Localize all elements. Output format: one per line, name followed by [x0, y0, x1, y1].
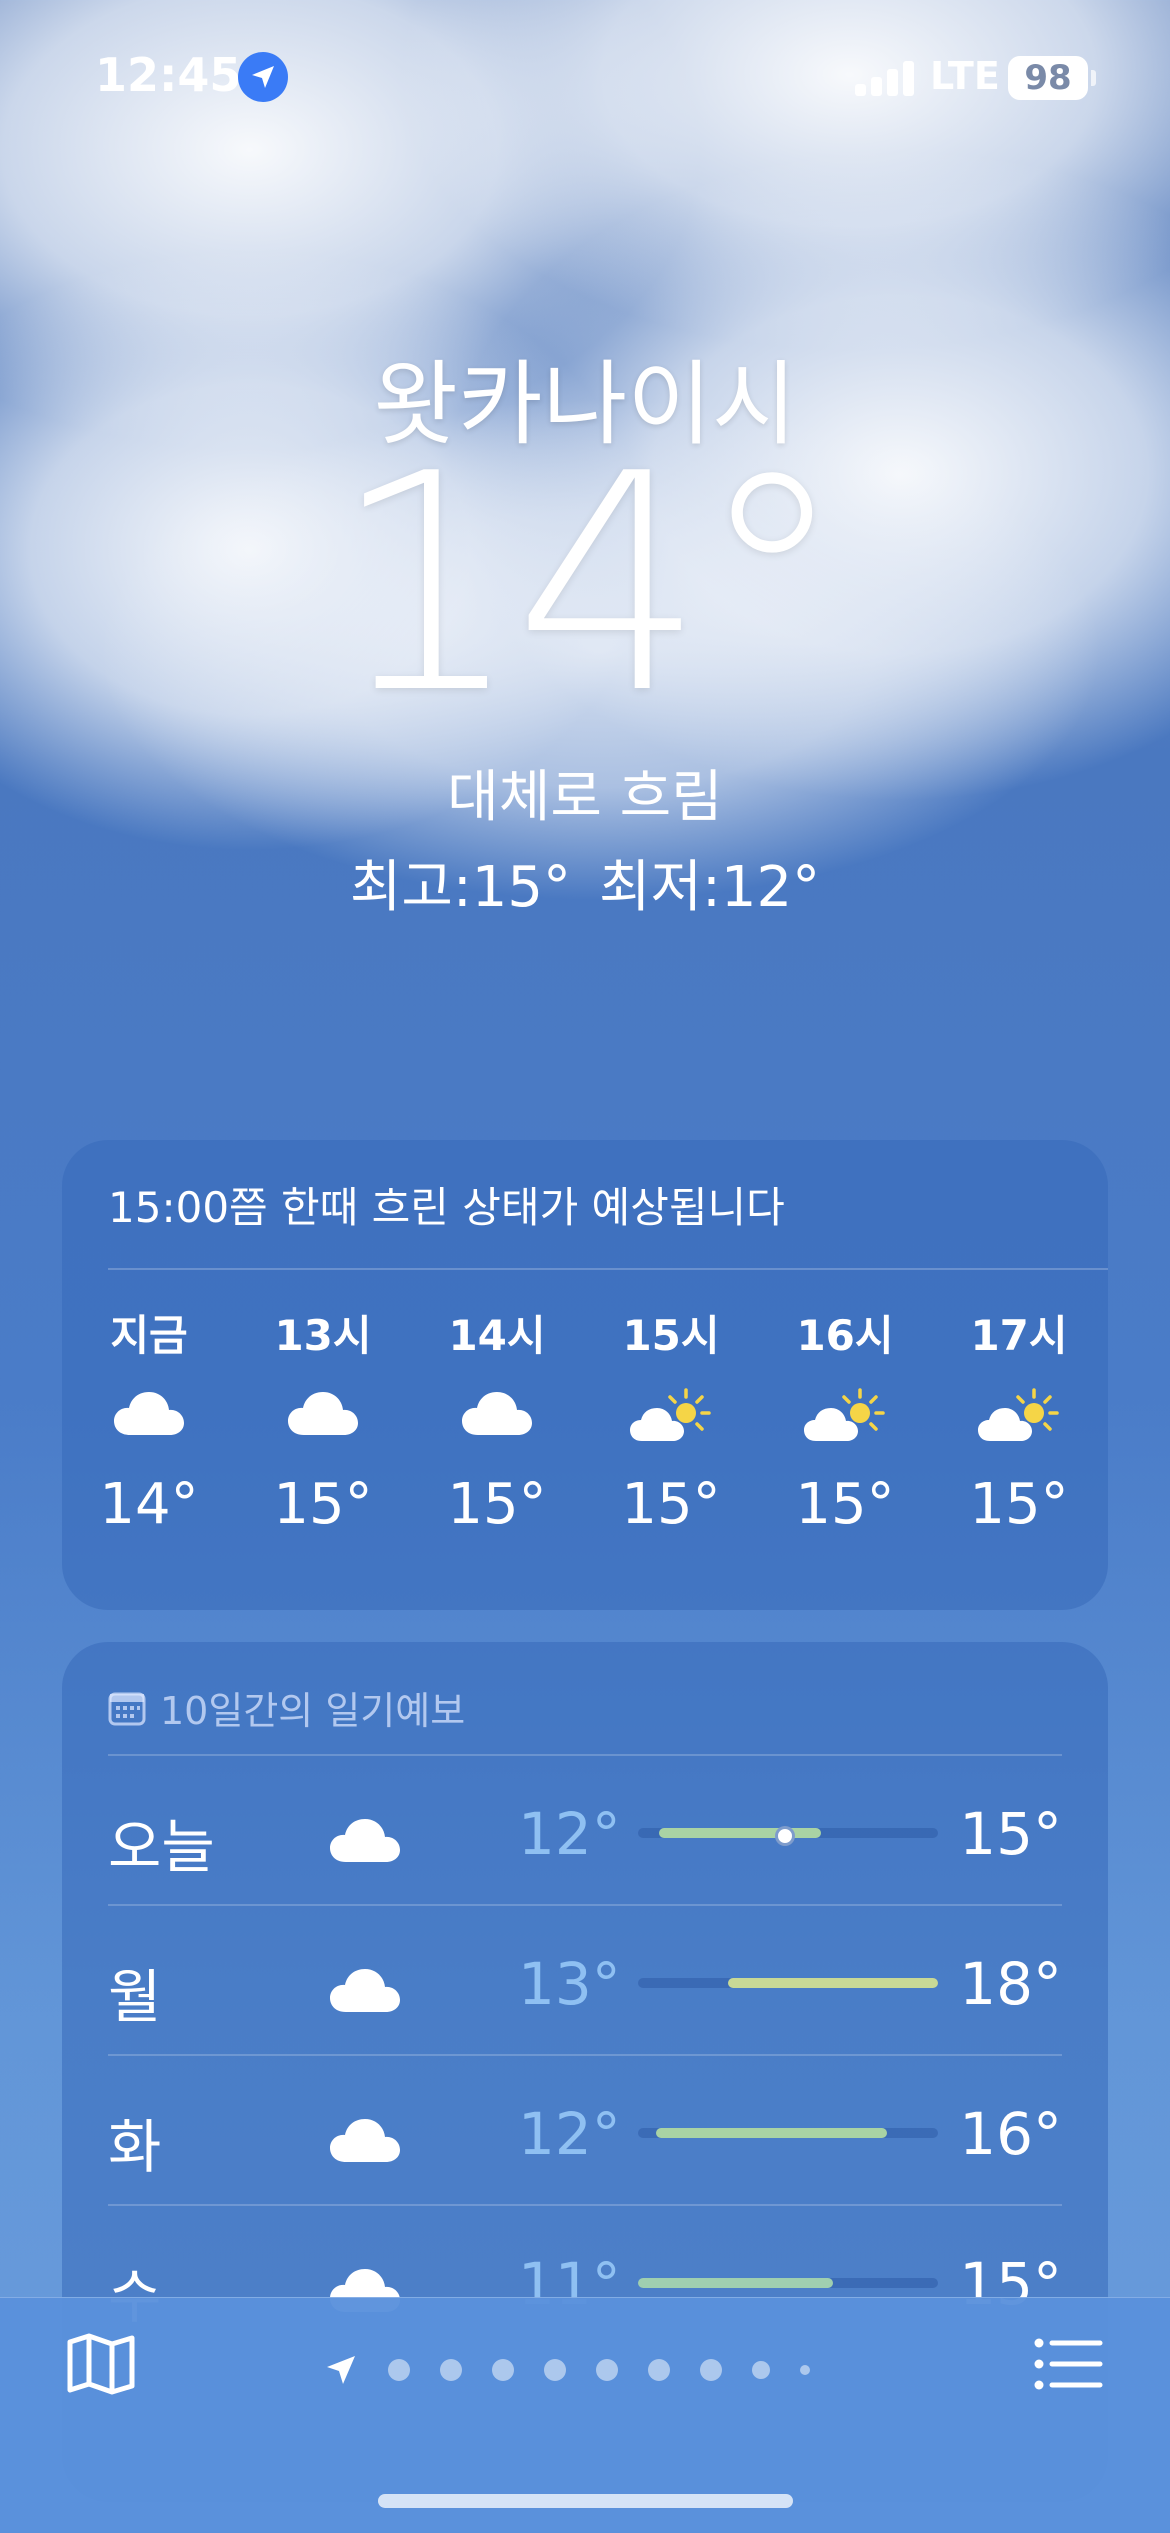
page-indicator[interactable] [325, 2354, 825, 2386]
hourly-time: 17시 [970, 1311, 1068, 1360]
cloud-icon [236, 1362, 410, 1472]
daily-day: 월 [108, 1963, 162, 2031]
temperature-range-bar [638, 1978, 938, 1988]
temperature-range-fill [659, 1828, 821, 1838]
page-dot[interactable] [492, 2359, 514, 2381]
page-dot[interactable] [752, 2361, 770, 2379]
hourly-temp: 14° [99, 1472, 199, 1537]
daily-row[interactable]: 화 12° 16° [108, 2054, 1062, 2206]
cloud-icon [328, 1814, 402, 1868]
hourly-time: 15시 [622, 1311, 720, 1360]
status-bar: 12:45 LTE 98 [0, 0, 1170, 150]
daily-high: 15° [959, 1800, 1062, 1868]
daily-day: 오늘 [108, 1813, 215, 1881]
low-temperature: 최저:12° [599, 855, 821, 920]
ten-day-title: 10일간의 일기예보 [160, 1689, 466, 1733]
hourly-forecast-card[interactable]: 15:00쯤 한때 흐린 상태가 예상됩니다 지금 14° 13시 15° 14시 15°… [62, 1140, 1108, 1610]
daily-row[interactable]: 오늘 12° 15° [108, 1754, 1062, 1906]
hourly-time: 14시 [448, 1311, 546, 1360]
page-dot[interactable] [700, 2359, 722, 2381]
cloud-icon [328, 2114, 402, 2168]
high-low: 최고:15° 최저:12° [0, 842, 1170, 923]
page-dot[interactable] [648, 2359, 670, 2381]
home-indicator[interactable] [378, 2494, 793, 2508]
page-dot[interactable] [544, 2359, 566, 2381]
battery-tip [1091, 70, 1096, 86]
map-icon[interactable] [66, 2332, 136, 2396]
temperature-range-fill [638, 2278, 833, 2288]
temperature-range-fill [656, 2128, 887, 2138]
hourly-item: 17시 15° [932, 1302, 1106, 1537]
current-temperature: 14° [331, 410, 847, 759]
divider [108, 1268, 1108, 1270]
cloud-icon [410, 1362, 584, 1472]
page-dot[interactable] [596, 2359, 618, 2381]
current-temp-dot [775, 1826, 795, 1846]
hourly-temp: 15° [621, 1472, 721, 1537]
hourly-item: 지금 14° [62, 1302, 236, 1537]
high-temperature: 최고:15° [349, 855, 571, 920]
daily-row[interactable]: 월 13° 18° [108, 1904, 1062, 2056]
hourly-time: 16시 [796, 1311, 894, 1360]
hourly-temp: 15° [969, 1472, 1069, 1537]
hourly-temp: 15° [795, 1472, 895, 1537]
hourly-item: 13시 15° [236, 1302, 410, 1537]
hourly-item: 15시 15° [584, 1302, 758, 1537]
daily-low: 12° [518, 1800, 621, 1868]
temperature-range-bar [638, 2278, 938, 2288]
list-icon[interactable] [1034, 2338, 1104, 2390]
hourly-time: 지금 [110, 1311, 188, 1360]
partly-cloudy-icon [758, 1362, 932, 1472]
daily-day: 화 [108, 2113, 162, 2181]
temperature-range-bar [638, 1826, 938, 1846]
hourly-item: 14시 15° [410, 1302, 584, 1537]
current-location-page-icon[interactable] [325, 2354, 357, 2386]
daily-high: 16° [959, 2100, 1062, 2168]
calendar-icon [108, 1692, 146, 1725]
page-dot[interactable] [800, 2365, 810, 2375]
hourly-temp: 15° [273, 1472, 373, 1537]
ten-day-header: 10일간의 일기예보 [108, 1680, 465, 1735]
temperature-range-bar [638, 2128, 938, 2138]
battery-icon: 98 [1008, 56, 1088, 100]
page-dot[interactable] [440, 2359, 462, 2381]
daily-low: 12° [518, 2100, 621, 2168]
hourly-item: 16시 15° [758, 1302, 932, 1537]
cloud-icon [328, 1964, 402, 2018]
cloud-icon [62, 1362, 236, 1472]
location-arrow-icon [238, 52, 288, 102]
network-type: LTE [930, 54, 1000, 98]
partly-cloudy-icon [584, 1362, 758, 1472]
temperature-range-fill [728, 1978, 938, 1988]
partly-cloudy-icon [932, 1362, 1106, 1472]
weather-condition: 대체로 흐림 [447, 765, 723, 830]
cellular-signal-icon [855, 60, 915, 96]
daily-high: 18° [959, 1950, 1062, 2018]
hourly-time: 13시 [274, 1311, 372, 1360]
page-dot[interactable] [388, 2359, 410, 2381]
daily-low: 13° [518, 1950, 621, 2018]
hourly-temp: 15° [447, 1472, 547, 1537]
status-time: 12:45 [95, 48, 242, 102]
hourly-summary: 15:00쯤 한때 흐린 상태가 예상됩니다 [108, 1183, 785, 1232]
